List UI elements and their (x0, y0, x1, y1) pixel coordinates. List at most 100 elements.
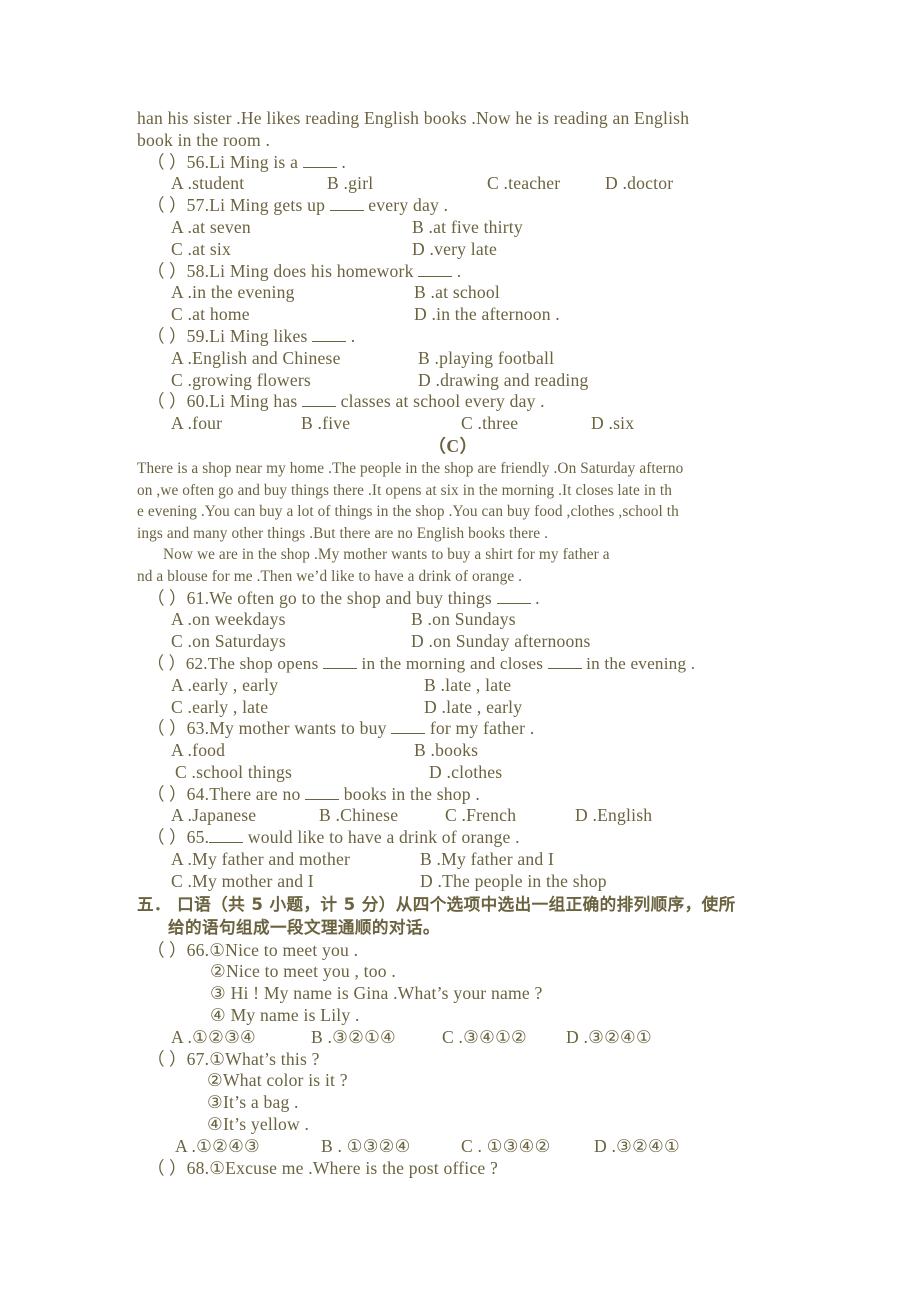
option-d-62[interactable]: D .late , early (424, 697, 522, 719)
option-d-64[interactable]: D .English (575, 805, 652, 827)
question-stem-56: （ ）56.Li Ming is a . (137, 152, 769, 174)
option-c-63[interactable]: C .school things (175, 762, 429, 784)
question-item-67-3: ③It’s a bag . (207, 1092, 299, 1113)
option-c-66[interactable]: C .③④①② (442, 1027, 566, 1049)
question-item-66-1: ①Nice to meet you . (209, 939, 359, 960)
option-d-63[interactable]: D .clothes (429, 762, 502, 784)
option-d-65[interactable]: D .The people in the shop (420, 871, 607, 893)
option-b-65[interactable]: B .My father and I (420, 849, 554, 871)
answer-bracket-58[interactable]: （ ） (147, 261, 187, 281)
question-tail-60: classes at school every day . (340, 391, 545, 412)
answer-bracket-57[interactable]: （ ） (147, 195, 187, 215)
answer-bracket-62[interactable]: （ ） (147, 654, 186, 673)
question-tail-58: . (456, 260, 462, 281)
option-a-62[interactable]: A .early , early (171, 675, 424, 697)
option-d-57[interactable]: D .very late (412, 239, 497, 261)
question-item-66-2: ②Nice to meet you , too . (210, 961, 396, 982)
option-b-58[interactable]: B .at school (414, 282, 500, 304)
answer-bracket-68[interactable]: （ ） (147, 1158, 187, 1178)
options-row-65-2: C .My mother and ID .The people in the s… (137, 871, 769, 893)
option-b-66[interactable]: B .③②①④ (311, 1027, 442, 1049)
option-c-59[interactable]: C .growing flowers (171, 370, 418, 392)
question-number-60: 60. (186, 391, 210, 412)
option-d-58[interactable]: D .in the afternoon . (414, 304, 560, 326)
option-b-61[interactable]: B .on Sundays (411, 609, 516, 631)
option-a-58[interactable]: A .in the evening (171, 282, 414, 304)
options-row-64: A .Japanese B .Chinese C .French D .English (137, 805, 769, 827)
answer-blank (312, 340, 347, 342)
option-c-60[interactable]: C .three (461, 413, 591, 435)
passage-c-line-1: There is a shop near my home .The people… (137, 459, 684, 477)
option-a-66[interactable]: A .①②③④ (171, 1027, 311, 1049)
options-row-58-1: A .in the evening B .at school (137, 282, 769, 304)
question-text-60: Li Ming has (209, 391, 298, 412)
option-c-67[interactable]: C . ①③④② (461, 1136, 594, 1158)
question-stem-62: （ ）62.The shop opens in the morning and … (137, 653, 769, 675)
answer-blank (302, 406, 337, 408)
question-tail-61: . (535, 587, 540, 608)
option-a-60[interactable]: A .four (171, 413, 301, 435)
passage-c-line-6: nd a blouse for me .Then we’d like to ha… (137, 567, 523, 585)
question-number-59: 59. (186, 325, 210, 346)
option-c-57[interactable]: C .at six (171, 239, 412, 261)
option-b-57[interactable]: B .at five thirty (412, 217, 523, 239)
answer-bracket-64[interactable]: （ ） (147, 784, 187, 804)
option-b-67[interactable]: B . ①③②④ (321, 1136, 461, 1158)
answer-blank (329, 210, 364, 212)
option-b-64[interactable]: B .Chinese (319, 805, 445, 827)
option-a-56[interactable]: A .student (171, 173, 327, 195)
option-d-60[interactable]: D .six (591, 413, 634, 435)
section-five-line2: 给的语句组成一段文理通顺的对话。 (168, 918, 440, 938)
passage-c-line-3: e evening .You can buy a lot of things i… (137, 503, 679, 521)
option-b-60[interactable]: B .five (301, 413, 461, 435)
option-c-56[interactable]: C .teacher (487, 173, 605, 195)
option-a-64[interactable]: A .Japanese (171, 805, 319, 827)
option-b-62[interactable]: B .late , late (424, 675, 511, 697)
option-a-61[interactable]: A .on weekdays (171, 609, 411, 631)
option-b-59[interactable]: B .playing football (418, 348, 554, 370)
option-d-61[interactable]: D .on Sunday afternoons (411, 631, 591, 653)
answer-blank (418, 275, 453, 277)
question-number-58: 58. (186, 260, 210, 281)
question-number-66: 66. (186, 939, 210, 960)
option-c-62[interactable]: C .early , late (171, 697, 424, 719)
option-d-67[interactable]: D .③②④① (594, 1136, 680, 1158)
passage-c-line-5: Now we are in the shop .My mother wants … (163, 546, 610, 564)
answer-bracket-65[interactable]: （ ） (147, 827, 187, 847)
question-text-61: We often go to the shop and buy things (209, 587, 492, 608)
option-b-56[interactable]: B .girl (327, 173, 487, 195)
question-stem-60: （ ）60.Li Ming has classes at school ever… (137, 391, 769, 413)
options-row-63-2: C .school things D .clothes (137, 762, 769, 784)
answer-bracket-66[interactable]: （ ） (147, 940, 187, 960)
question-number-67: 67. (186, 1048, 210, 1069)
answer-bracket-59[interactable]: （ ） (147, 326, 187, 346)
options-row-57-1: A .at seven B .at five thirty (137, 217, 769, 239)
question-item-67-2: ②What color is it ? (207, 1070, 348, 1091)
option-d-66[interactable]: D .③②④① (566, 1027, 652, 1049)
option-c-61[interactable]: C .on Saturdays (171, 631, 411, 653)
option-c-65[interactable]: C .My mother and I (171, 871, 420, 893)
option-a-63[interactable]: A .food (171, 740, 414, 762)
option-d-59[interactable]: D .drawing and reading (418, 370, 589, 392)
question-stem-59: （ ）59.Li Ming likes . (137, 326, 769, 348)
answer-bracket-63[interactable]: （ ） (147, 718, 187, 738)
question-item-66-4: ④ My name is Lily . (210, 1005, 360, 1026)
answer-bracket-60[interactable]: （ ） (147, 391, 187, 411)
question-text-63: My mother wants to buy (209, 718, 387, 739)
option-a-65[interactable]: A .My father and mother (171, 849, 420, 871)
question-tail-63: for my father . (429, 718, 535, 739)
option-a-59[interactable]: A .English and Chinese (171, 348, 418, 370)
answer-bracket-61[interactable]: （ ） (147, 588, 187, 608)
option-c-58[interactable]: C .at home (171, 304, 414, 326)
option-d-56[interactable]: D .doctor (605, 173, 673, 195)
passage-line: han his sister .He likes reading English… (137, 108, 690, 128)
option-c-64[interactable]: C .French (445, 805, 575, 827)
option-a-57[interactable]: A .at seven (171, 217, 412, 239)
answer-bracket-56[interactable]: （ ） (147, 152, 187, 172)
answer-blank (322, 667, 357, 669)
answer-bracket-67[interactable]: （ ） (147, 1049, 187, 1069)
options-row-61-2: C .on Saturdays D .on Sunday afternoons (137, 631, 769, 653)
question-text-57: Li Ming gets up (209, 195, 326, 216)
option-b-63[interactable]: B .books (414, 740, 478, 762)
option-a-67[interactable]: A .①②④③ (175, 1136, 321, 1158)
